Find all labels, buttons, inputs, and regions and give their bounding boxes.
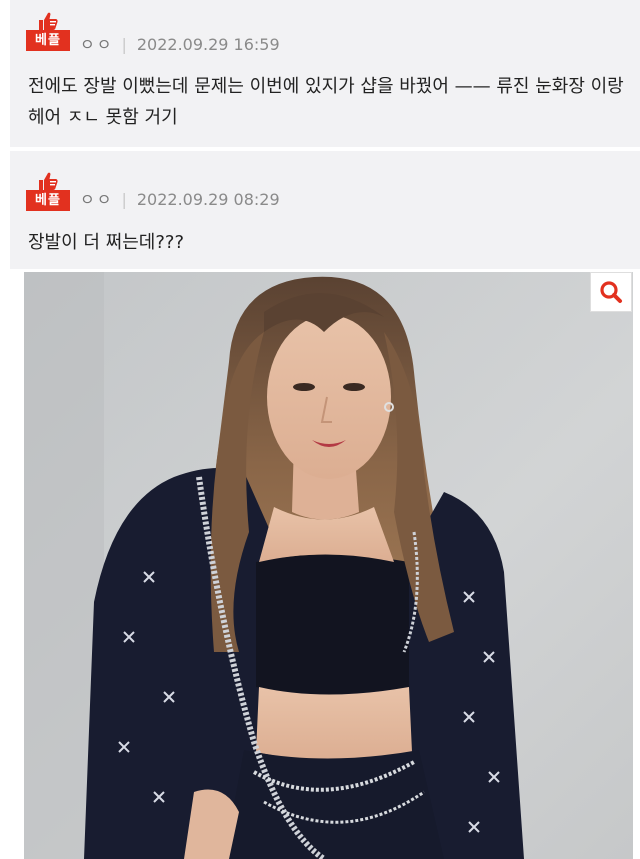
best-reply-badge: 베플	[26, 172, 70, 212]
comment-meta: ㅇㅇ | 2022.09.29 16:59	[80, 33, 280, 57]
photo-content	[24, 272, 633, 859]
meta-separator: |	[121, 190, 127, 209]
meta-separator: |	[121, 35, 127, 54]
comment-date: 2022.09.29 16:59	[136, 35, 280, 54]
best-reply-badge: 베플	[26, 12, 70, 52]
comment-author[interactable]: ㅇㅇ	[80, 190, 113, 209]
zoom-button[interactable]	[590, 272, 632, 312]
attached-photo[interactable]	[24, 272, 633, 859]
comment-thread: 베플 ㅇㅇ | 2022.09.29 16:59 전에도 장발 이뻤는데 문제는 이…	[0, 0, 640, 859]
comment-text: 장발이 더 쩌는데???	[28, 232, 185, 253]
best-comment-2: 베플 ㅇㅇ | 2022.09.29 08:29 장발이 더 쩌는데???	[10, 151, 640, 269]
thumbs-up-icon	[39, 12, 58, 30]
badge-label: 베플	[26, 190, 70, 211]
comment-text: 전에도 장발 이뻤는데 문제는 이번에 있지가 샵을 바꿨어 —— 류진 눈화장…	[28, 76, 624, 128]
best-comment-1: 베플 ㅇㅇ | 2022.09.29 16:59 전에도 장발 이뻤는데 문제는 이…	[10, 0, 640, 147]
badge-label: 베플	[26, 30, 70, 51]
comment-meta: ㅇㅇ | 2022.09.29 08:29	[80, 188, 280, 212]
comment-author[interactable]: ㅇㅇ	[80, 35, 113, 54]
comment-date: 2022.09.29 08:29	[136, 190, 280, 209]
search-icon	[600, 281, 622, 303]
thumbs-up-icon	[39, 172, 58, 190]
